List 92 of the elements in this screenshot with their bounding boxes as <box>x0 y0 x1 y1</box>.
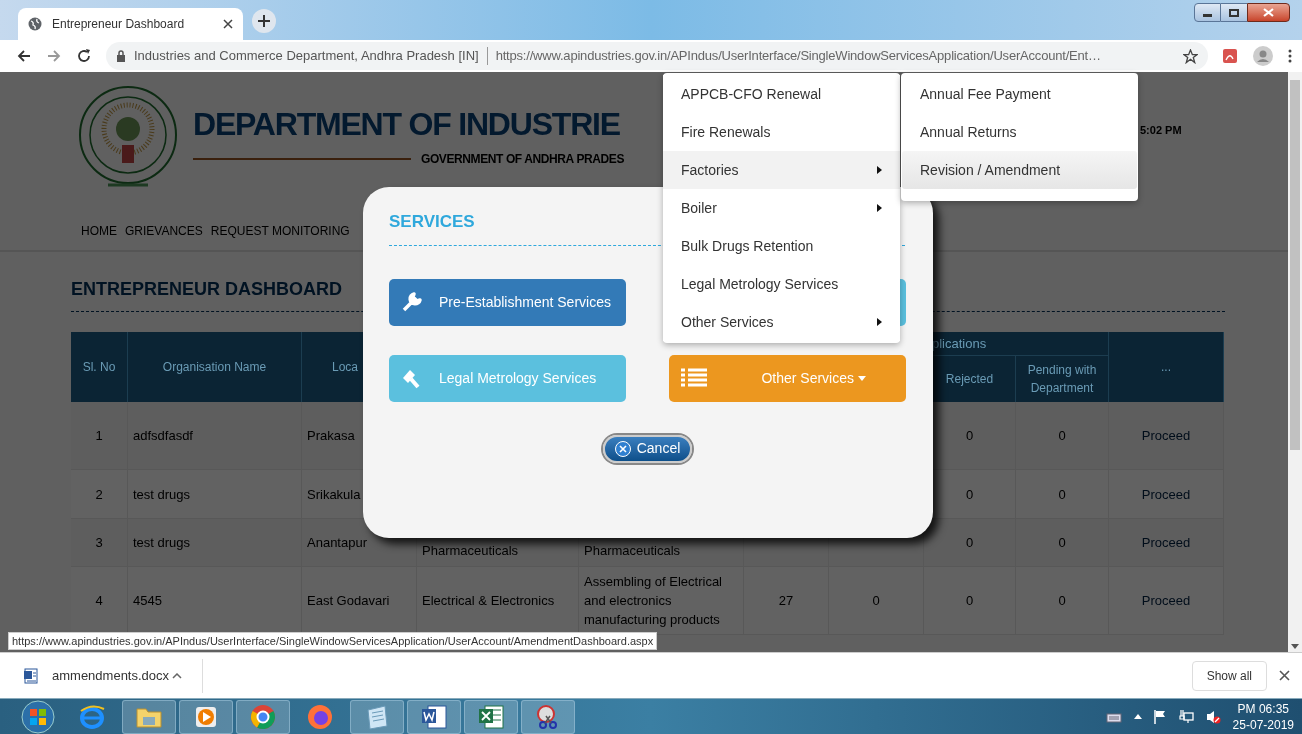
back-icon[interactable] <box>16 48 32 64</box>
address-bar[interactable]: Industries and Commerce Department, Andhra Pradesh [IN] https://www.apindustries.gov.in/APIndus/UserInterface/SingleWindowServicesApplication/UserAccount/Ent… <box>106 42 1208 70</box>
cancel-button[interactable]: Cancel <box>602 434 693 463</box>
x-spreadsheet-icon <box>477 703 505 730</box>
table-cell-text: Pharmaceuticals <box>422 542 519 560</box>
submenu-arrow-icon <box>877 204 882 212</box>
globe-icon <box>28 17 42 31</box>
menu-item[interactable]: Legal Metrology Services <box>663 265 900 303</box>
close-icon[interactable] <box>223 19 233 29</box>
menu-item[interactable]: APPCB-CFO Renewal <box>663 75 900 113</box>
table-cell-text: test drugs <box>133 485 191 504</box>
table-cell-text: Srikakula <box>307 485 361 504</box>
table-cell-text: 0 <box>965 592 974 610</box>
close-button[interactable] <box>1247 3 1290 22</box>
profile-icon[interactable] <box>1252 45 1274 67</box>
chevron-up-icon[interactable] <box>172 672 182 679</box>
menu-item[interactable]: Boiler <box>663 189 900 227</box>
maximize-button[interactable] <box>1221 3 1247 22</box>
menu-item[interactable]: Factories <box>663 151 900 189</box>
table-cell-text: 3 <box>95 534 103 552</box>
table-cell-text: 0 <box>965 485 974 504</box>
ring-logo-icon <box>249 702 277 731</box>
close-circle-icon <box>614 440 631 457</box>
menu-item[interactable]: Bulk Drugs Retention <box>663 227 900 265</box>
document-icon <box>24 667 38 684</box>
clock-time[interactable]: PM 06:35 <box>1237 700 1289 717</box>
scroll-down-arrow-icon[interactable] <box>1291 644 1299 650</box>
menu-item[interactable]: Fire Renewals <box>663 113 900 151</box>
minimize-button[interactable] <box>1194 3 1221 22</box>
reload-icon[interactable] <box>76 48 92 64</box>
caret-icon <box>858 375 866 381</box>
wrench-icon <box>401 291 423 313</box>
e-logo-icon <box>78 702 106 731</box>
list-icon <box>681 368 707 388</box>
clock-date[interactable]: 25-07-2019 <box>1232 716 1294 733</box>
table-cell-text: 0 <box>965 427 974 445</box>
table-cell-text: 2 <box>95 485 103 504</box>
taskbar-button[interactable] <box>122 699 176 734</box>
table-cell-text: 0 <box>1058 592 1066 610</box>
muted-speaker-icon[interactable] <box>1205 709 1221 724</box>
download-filename[interactable]: ammendments.docx <box>52 665 172 686</box>
taskbar-button[interactable] <box>179 699 233 734</box>
close-icon[interactable] <box>1279 670 1290 681</box>
table-cell-text: test drugs <box>133 534 191 552</box>
submenu-arrow-icon <box>877 318 882 326</box>
table-cell-text: Assembling of Electrical and electronics manufacturing products <box>584 573 723 629</box>
lock-icon <box>116 50 126 62</box>
table-cell-text: adfsdfasdf <box>133 427 193 445</box>
w-document-icon <box>420 703 448 730</box>
tab-title: Entrepreneur Dashboard <box>52 16 186 33</box>
table-cell-text: 1 <box>95 427 103 445</box>
service-button[interactable]: Pre-Establishment Services <box>389 278 626 326</box>
table-cell-text: Anantapur <box>307 534 367 552</box>
status-url: https://www.apindustries.gov.in/APIndus/UserInterface/SingleWindowServicesApplication/UserAccount/AmendmentDashboard.aspx <box>8 632 658 650</box>
network-icon[interactable] <box>1178 709 1194 724</box>
table-cell-text: 4 <box>95 592 103 610</box>
page-subtitle: GOVERNMENT OF ANDHRA PRADES <box>421 151 624 168</box>
table-cell-text: East Godavari <box>307 592 390 610</box>
start-orb-icon <box>21 699 55 734</box>
table-cell-text: Pharmaceuticals <box>584 542 681 560</box>
taskbar-button[interactable] <box>407 699 461 734</box>
keyboard-icon[interactable] <box>1105 710 1122 723</box>
page-title: DEPARTMENT OF INDUSTRIE <box>193 105 621 144</box>
taskbar-button[interactable] <box>464 699 518 734</box>
new-tab-icon[interactable] <box>251 8 277 34</box>
taskbar-button[interactable] <box>236 699 290 734</box>
menu-icon[interactable] <box>1288 49 1292 63</box>
table-cell-text: 4545 <box>133 592 162 610</box>
scrollbar[interactable] <box>1288 72 1302 652</box>
submenu-arrow-icon <box>877 166 882 174</box>
table-cell-text: 27 <box>778 592 794 610</box>
menu-item[interactable]: Other Services <box>663 303 900 341</box>
show-all-button[interactable]: Show all <box>1191 660 1267 691</box>
table-cell-text: 0 <box>1058 485 1066 504</box>
taskbar-button[interactable] <box>350 699 404 734</box>
table-cell-text: 0 <box>965 534 974 552</box>
submenu-item[interactable]: Revision / Amendment <box>902 151 1137 189</box>
browser-tab[interactable]: Entrepreneur Dashboard <box>18 8 243 40</box>
star-icon[interactable] <box>1183 48 1198 64</box>
table-cell-text: Prakasa <box>307 427 355 445</box>
site-name: Industries and Commerce Department, Andhra Pradesh [IN] <box>134 47 479 66</box>
close-icon <box>1263 8 1274 17</box>
flag-icon[interactable] <box>1153 709 1167 724</box>
forward-icon[interactable] <box>46 48 62 64</box>
table-cell-text: 0 <box>1058 534 1066 552</box>
url-text: https://www.apindustries.gov.in/APIndus/UserInterface/SingleWindowServicesApplication/UserAccount/Ent… <box>495 47 1101 66</box>
table-cell-text: 0 <box>1058 427 1066 445</box>
time-text: 5:02 PM <box>1140 123 1182 138</box>
table-cell-text: 0 <box>872 592 880 610</box>
caret-up-icon[interactable] <box>1133 714 1142 719</box>
table-cell-text: Electrical & Electronics <box>422 592 555 610</box>
taskbar-button[interactable] <box>521 699 575 734</box>
